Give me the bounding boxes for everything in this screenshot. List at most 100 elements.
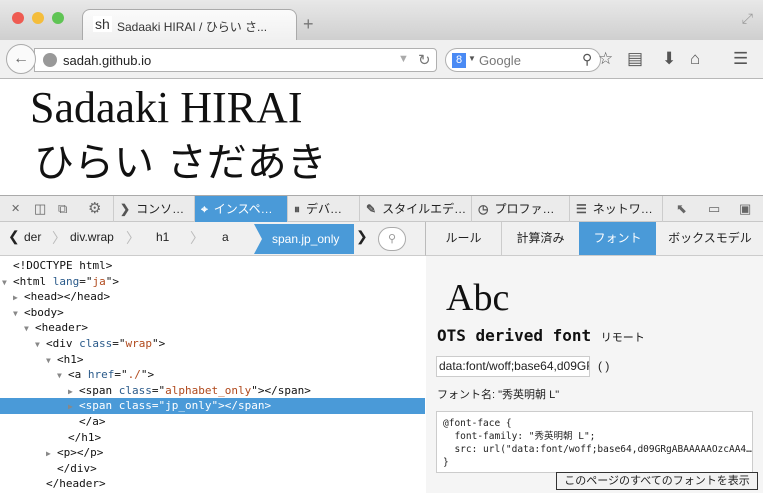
markup-node[interactable]: ▼ <header> xyxy=(0,320,425,336)
tag-text: <span xyxy=(79,383,119,397)
google-icon[interactable]: 8 xyxy=(452,53,466,68)
back-button[interactable]: ← xyxy=(6,44,36,74)
breadcrumb-item[interactable]: h1 xyxy=(156,230,169,244)
collapsed-twisty-icon[interactable]: ▶ xyxy=(46,446,57,462)
tag-text: <span xyxy=(79,399,119,413)
browser-tab[interactable]: sh Sadaaki HIRAI / ひらい さ... xyxy=(82,9,297,41)
undock-icon[interactable]: ⧉ xyxy=(58,196,67,222)
attr-eq: =" xyxy=(114,368,128,382)
tag-close: "> xyxy=(152,337,166,350)
tab-label: インスペ… xyxy=(213,202,273,216)
tab-inspector[interactable]: ⌖ インスペ… xyxy=(195,196,288,222)
pick-element-icon[interactable]: ⬉ xyxy=(676,196,687,222)
breadcrumb-item-selected[interactable]: span.jp_only xyxy=(254,224,354,254)
tab-box-model[interactable]: ボックスモデル xyxy=(656,222,763,255)
url-bar[interactable]: sadah.github.io ▼ ↻ xyxy=(34,48,437,72)
navigation-toolbar: sadah.github.io ▼ ↻ ← 8 ▼ Google ⚲ ☆ ▤ ⬇… xyxy=(0,40,763,79)
markup-node[interactable]: </header> xyxy=(0,476,425,492)
breadcrumb-item[interactable]: div.wrap xyxy=(70,230,114,244)
attr-name: class xyxy=(118,399,152,413)
engine-dropdown-icon[interactable]: ▼ xyxy=(468,54,476,63)
font-url-field[interactable]: data:font/woff;base64,d09GRgABAAAAAOzcAA… xyxy=(436,356,590,377)
reload-icon[interactable]: ↻ xyxy=(418,51,431,69)
breadcrumb-item[interactable]: der xyxy=(24,230,41,244)
tab-profiler[interactable]: ◷ プロファ… xyxy=(472,196,570,222)
bookmark-star-icon[interactable]: ☆ xyxy=(598,49,613,69)
site-title-en[interactable]: Sadaaki HIRAI xyxy=(30,82,303,133)
expanded-twisty-icon[interactable]: ▼ xyxy=(24,321,35,337)
markup-node[interactable]: ▶ <p></p> xyxy=(0,445,425,461)
breadcrumb-item[interactable]: a xyxy=(222,230,229,244)
dock-side-icon[interactable]: ◫ xyxy=(34,196,46,222)
expanded-twisty-icon[interactable]: ▼ xyxy=(13,306,24,322)
tab-fonts[interactable]: フォント xyxy=(579,222,656,255)
markup-tree[interactable]: <!DOCTYPE html> ▼ <html lang="ja"> ▶ <head><… xyxy=(0,256,425,493)
menu-icon[interactable]: ☰ xyxy=(733,49,748,69)
home-icon[interactable]: ⌂ xyxy=(690,49,700,69)
markup-node[interactable]: ▼ <h1> xyxy=(0,352,425,368)
tab-computed[interactable]: 計算済み xyxy=(501,222,579,255)
breadcrumb-separator: 〉 xyxy=(190,230,204,246)
collapsed-twisty-icon[interactable]: ▶ xyxy=(68,399,79,415)
attr-name: lang xyxy=(52,274,80,288)
tab-debugger[interactable]: ⏸ デバ… xyxy=(288,196,360,222)
tab-console[interactable]: ❯ コンソ… xyxy=(113,196,195,222)
sidebar-tabs: ルール 計算済み フォント ボックスモデル xyxy=(425,222,763,256)
markup-node[interactable]: ▶ <span class="alphabet_only"></span> xyxy=(0,383,425,399)
markup-node[interactable]: ▼ <html lang="ja"> xyxy=(0,274,425,290)
expanded-twisty-icon[interactable]: ▼ xyxy=(46,353,57,369)
new-tab-icon[interactable]: + xyxy=(303,14,314,35)
markup-node[interactable]: ▼ <div class="wrap"> xyxy=(0,336,425,352)
search-box[interactable]: 8 ▼ Google ⚲ xyxy=(445,48,601,72)
tab-network[interactable]: ☰ ネットワ… xyxy=(570,196,663,222)
collapsed-twisty-icon[interactable]: ▶ xyxy=(13,290,24,306)
attr-value: ja xyxy=(92,274,106,288)
tab-style-editor[interactable]: ✎ スタイルエデ… xyxy=(360,196,472,222)
site-title-jp[interactable]: ひらい さだあき xyxy=(34,130,327,188)
zoom-window-button[interactable] xyxy=(52,12,64,24)
close-window-button[interactable] xyxy=(12,12,24,24)
tag-text: </h1> xyxy=(68,430,102,444)
markup-node[interactable]: </a> xyxy=(0,414,425,430)
tag-text: <body> xyxy=(24,305,64,319)
tab-rules[interactable]: ルール xyxy=(426,222,501,255)
search-icon[interactable]: ⚲ xyxy=(582,51,592,68)
fullscreen-icon[interactable]: ⤢ xyxy=(742,10,753,27)
collapsed-twisty-icon[interactable]: ▶ xyxy=(68,384,79,400)
markup-node[interactable]: </h1> xyxy=(0,430,425,446)
breadcrumb-scroll-left[interactable]: ❮ xyxy=(8,228,20,245)
attr-value: wrap xyxy=(125,337,153,350)
show-all-fonts-button[interactable]: このページのすべてのフォントを表示 xyxy=(556,472,758,490)
globe-icon xyxy=(43,53,57,67)
attr-eq: =" xyxy=(112,337,126,350)
breadcrumb-scroll-right[interactable]: ❯ xyxy=(356,228,368,245)
split-console-icon[interactable]: ▭ xyxy=(708,196,720,222)
history-dropdown-icon[interactable]: ▼ xyxy=(398,53,409,65)
downloads-icon[interactable]: ⬇ xyxy=(662,49,676,69)
expanded-twisty-icon[interactable]: ▼ xyxy=(35,337,46,353)
markup-node[interactable]: ▶ <span class="jp_only"></span> xyxy=(0,398,425,414)
bookmarks-list-icon[interactable]: ▤ xyxy=(627,49,643,69)
search-placeholder[interactable]: Google xyxy=(479,53,521,68)
font-face-code: @font-face { font-family: "秀英明朝 L"; src:… xyxy=(436,411,753,473)
tag-text: <div xyxy=(46,337,80,350)
minimize-window-button[interactable] xyxy=(32,12,44,24)
search-html-icon[interactable]: ⚲ xyxy=(378,227,406,251)
expanded-twisty-icon[interactable]: ▼ xyxy=(2,275,13,291)
markup-node[interactable]: ▼ <body> xyxy=(0,305,425,321)
url-text[interactable]: sadah.github.io xyxy=(63,53,151,68)
markup-node[interactable]: <!DOCTYPE html> xyxy=(0,258,425,274)
font-type: リモート xyxy=(600,331,645,344)
markup-node[interactable]: ▼ <a href="./"> xyxy=(0,367,425,383)
page-content: Sadaaki HIRAI ひらい さだあき xyxy=(0,80,763,195)
title-bar: sh Sadaaki HIRAI / ひらい さ... + ⤢ xyxy=(0,0,763,41)
expanded-twisty-icon[interactable]: ▼ xyxy=(57,368,68,384)
tab-title: Sadaaki HIRAI / ひらい さ... xyxy=(117,20,268,34)
markup-node[interactable]: ▶ <head></head> xyxy=(0,289,425,305)
markup-node[interactable]: </div> xyxy=(0,461,425,477)
close-devtools-icon[interactable]: ✕ xyxy=(11,196,20,222)
breadcrumb: ❮ der 〉 div.wrap 〉 h1 〉 a span.jp_only ❯… xyxy=(0,222,425,256)
inspector-icon: ⌖ xyxy=(201,202,208,216)
settings-gear-icon[interactable]: ⚙ xyxy=(88,196,101,222)
responsive-mode-icon[interactable]: ▣ xyxy=(739,196,751,222)
